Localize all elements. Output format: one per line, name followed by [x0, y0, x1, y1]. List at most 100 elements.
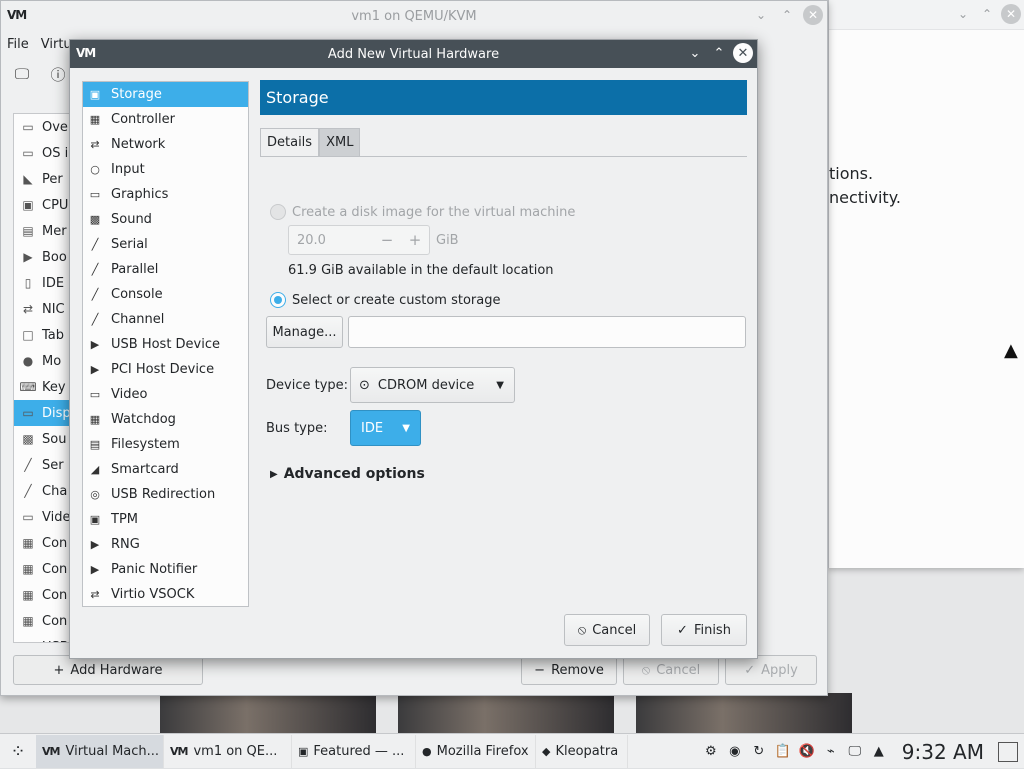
tray-expand-icon[interactable]: ▲	[870, 743, 888, 761]
hardware-item-smartcard[interactable]: ◢ Smartcard	[83, 457, 248, 482]
vm-detail-item[interactable]: ▤ Mer	[14, 218, 72, 244]
background-window-titlebar[interactable]: ⌄ ⌃ ✕	[829, 0, 1024, 30]
hardware-item-usb-host-device[interactable]: ▶ USB Host Device	[83, 332, 248, 357]
hardware-item-network[interactable]: ⇄ Network	[83, 132, 248, 157]
show-desktop-icon[interactable]	[998, 741, 1018, 762]
chevron-down-icon[interactable]: ⌄	[751, 5, 771, 25]
increment-icon[interactable]: +	[401, 231, 429, 249]
chevron-up-icon[interactable]: ⌃	[777, 5, 797, 25]
display-tray-icon[interactable]: 🖵	[846, 743, 864, 761]
chevron-up-icon[interactable]: ⌃	[709, 43, 729, 63]
vm-detail-item[interactable]: ▩ Sou	[14, 426, 72, 452]
manage-button[interactable]: Manage...	[266, 316, 343, 348]
menu-virtual-machine[interactable]: Virtu	[41, 37, 72, 52]
hardware-item-storage[interactable]: ▣ Storage	[83, 82, 248, 107]
background-window-right[interactable]: ⌄ ⌃ ✕ ⛶ tions. nectivity.	[799, 0, 1024, 568]
hardware-item-console[interactable]: ╱ Console	[83, 282, 248, 307]
vm-detail-item[interactable]: ▭ Disp	[14, 400, 72, 426]
custom-storage-row[interactable]: Select or create custom storage	[270, 292, 500, 308]
hardware-item-serial[interactable]: ╱ Serial	[83, 232, 248, 257]
vm-detail-item[interactable]: ◣ Per	[14, 166, 72, 192]
add-hardware-button[interactable]: + Add Hardware	[13, 655, 203, 685]
vm-window-titlebar[interactable]: VM vm1 on QEMU/KVM ⌄ ⌃ ✕	[1, 1, 827, 31]
clipboard-tray-icon[interactable]: 📋	[774, 743, 792, 761]
taskbar-task[interactable]: VM Virtual Mach...	[36, 734, 164, 768]
hardware-item-channel[interactable]: ╱ Channel	[83, 307, 248, 332]
taskbar-task[interactable]: ▣ Featured — ...	[292, 734, 416, 768]
vm-detail-item[interactable]: ▦ Con	[14, 530, 72, 556]
vm-detail-item[interactable]: ▯ IDE	[14, 270, 72, 296]
apply-button[interactable]: ✓ Apply	[725, 655, 817, 685]
vm-detail-item[interactable]: ╱ Ser	[14, 452, 72, 478]
close-icon[interactable]: ✕	[733, 43, 753, 63]
eye-tray-icon[interactable]: ◉	[726, 743, 744, 761]
disk-size-spinbox[interactable]: 20.0 − +	[288, 225, 430, 255]
network-tray-icon[interactable]: ⚙	[702, 743, 720, 761]
advanced-options-expander[interactable]: ▶ Advanced options	[270, 466, 425, 482]
app-launcher-icon[interactable]: ⁘	[0, 734, 36, 769]
bus-type-combo[interactable]: IDE ▼	[350, 410, 421, 446]
console-view-icon[interactable]: 🖵	[11, 64, 33, 84]
hardware-item-sound[interactable]: ▩ Sound	[83, 207, 248, 232]
hardware-item-watchdog[interactable]: ▦ Watchdog	[83, 407, 248, 432]
hardware-type-list[interactable]: ▣ Storage ▦ Controller ⇄ Network ○ Input ▭ Graphi…	[82, 81, 249, 607]
hardware-item-panic-notifier[interactable]: ▶ Panic Notifier	[83, 557, 248, 582]
vm-detail-item[interactable]: ▭ OS i	[14, 140, 72, 166]
hardware-item-parallel[interactable]: ╱ Parallel	[83, 257, 248, 282]
hardware-item-controller[interactable]: ▦ Controller	[83, 107, 248, 132]
create-disk-row[interactable]: Create a disk image for the virtual mach…	[270, 204, 575, 220]
vm-detail-item[interactable]: □ Tab	[14, 322, 72, 348]
vm-detail-item[interactable]: ▭ Ove	[14, 114, 72, 140]
vm-detail-item[interactable]: ╱ Cha	[14, 478, 72, 504]
volume-muted-icon[interactable]: 🔇	[798, 743, 816, 761]
hardware-item-tpm[interactable]: ▣ TPM	[83, 507, 248, 532]
vm-detail-item[interactable]: ▶ Boo	[14, 244, 72, 270]
clock[interactable]: 9:32 AM	[902, 740, 984, 764]
tab-details[interactable]: Details	[260, 128, 320, 157]
hardware-item-input[interactable]: ○ Input	[83, 157, 248, 182]
vm-hardware-list[interactable]: ▭ Ove ▭ OS i ◣ Per ▣ CPU ▤ Mer ▶ Boo ▯ IDE ⇄ NIC □ Tab ● Mo…	[13, 113, 73, 643]
create-disk-radio[interactable]	[270, 204, 286, 220]
add-hardware-dialog[interactable]: VM Add New Virtual Hardware ⌄ ⌃ ✕ ▣ Stora…	[69, 39, 758, 659]
details-view-icon[interactable]: ⓘ	[47, 64, 69, 84]
cancel-button-bg[interactable]: ⦸ Cancel	[623, 655, 719, 685]
vm-detail-item[interactable]: ⇄ NIC	[14, 296, 72, 322]
hardware-item-video[interactable]: ▭ Video	[83, 382, 248, 407]
close-icon[interactable]: ✕	[803, 5, 823, 25]
tab-xml[interactable]: XML	[319, 128, 361, 157]
vm-detail-item[interactable]: ▦ Con	[14, 582, 72, 608]
taskbar-task[interactable]: ● Mozilla Firefox	[416, 734, 536, 768]
vm-detail-item[interactable]: ▭ Vide	[14, 504, 72, 530]
finish-button[interactable]: ✓ Finish	[661, 614, 747, 646]
vm-detail-item[interactable]: ▣ CPU	[14, 192, 72, 218]
custom-storage-radio[interactable]	[270, 292, 286, 308]
updates-tray-icon[interactable]: ↻	[750, 743, 768, 761]
boot-icon: ▶	[23, 250, 33, 264]
taskbar-task[interactable]: ◆ Kleopatra	[536, 734, 628, 768]
hardware-item-pci-host-device[interactable]: ▶ PCI Host Device	[83, 357, 248, 382]
hardware-item-rng[interactable]: ▶ RNG	[83, 532, 248, 557]
vm-detail-item[interactable]: ⌁ USB	[14, 634, 72, 643]
wallpaper-photo	[160, 693, 376, 733]
taskbar-task[interactable]: VM vm1 on QE...	[164, 734, 292, 768]
close-icon[interactable]: ✕	[1001, 4, 1021, 24]
hardware-item-virtio-vsock[interactable]: ⇄ Virtio VSOCK	[83, 582, 248, 607]
hardware-item-filesystem[interactable]: ▤ Filesystem	[83, 432, 248, 457]
cancel-button[interactable]: ⦸ Cancel	[564, 614, 650, 646]
storage-path-input[interactable]	[348, 316, 746, 348]
hardware-item-graphics[interactable]: ▭ Graphics	[83, 182, 248, 207]
device-type-combo[interactable]: ⊙ CDROM device ▼	[350, 367, 515, 403]
chevron-down-icon[interactable]: ⌄	[953, 4, 973, 24]
vm-detail-item[interactable]: ● Mo	[14, 348, 72, 374]
usb-tray-icon[interactable]: ⌁	[822, 743, 840, 761]
remove-button[interactable]: − Remove	[521, 655, 617, 685]
vm-detail-item[interactable]: ▦ Con	[14, 556, 72, 582]
hardware-item-usb-redirection[interactable]: ◎ USB Redirection	[83, 482, 248, 507]
chevron-down-icon[interactable]: ⌄	[685, 43, 705, 63]
chevron-up-icon[interactable]: ⌃	[977, 4, 997, 24]
vm-detail-item[interactable]: ⌨ Key	[14, 374, 72, 400]
dialog-titlebar[interactable]: VM Add New Virtual Hardware ⌄ ⌃ ✕	[70, 40, 757, 68]
decrement-icon[interactable]: −	[373, 231, 401, 249]
menu-file[interactable]: File	[7, 37, 29, 52]
vm-detail-item[interactable]: ▦ Con	[14, 608, 72, 634]
